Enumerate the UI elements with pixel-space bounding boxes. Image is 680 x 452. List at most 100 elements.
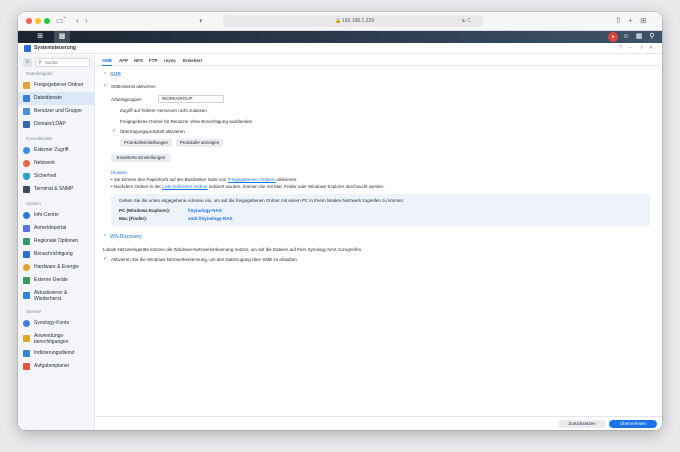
sidebar-item-external-access[interactable]: Externer Zugriff [18,144,94,157]
login-portal-icon [23,225,30,232]
file-services-icon [23,95,30,102]
section-connectivity: Konnektivität [26,136,52,141]
sidebar-item-login-portal[interactable]: Anmeldeportal [18,222,94,235]
log-settings-button[interactable]: Protokolleinstellungen [120,139,172,147]
pc-label: PC (Windows Explorer): [119,208,171,213]
sidebar-item-terminal-snmp[interactable]: Terminal & SNMP [18,183,94,196]
tab-ftp[interactable]: FTP [149,55,158,66]
shared-folders-link[interactable]: Freigegebenen Ordnern [228,177,276,182]
search-icon: ⚲ [38,60,42,66]
browser-toolbar: ▭ˇ ‹ › ◐ 🔒 192.168.1.229 ☯ C ⇧ + ⊞ [18,12,662,31]
smb-section-header[interactable]: SMB [110,72,121,78]
new-tab-icon[interactable]: + [628,15,633,27]
folder-icon [23,82,30,89]
section-file-sharing: Dateifreigabe [26,71,53,76]
help-icon[interactable]: ? [619,43,622,54]
control-panel-icon [24,45,31,52]
sidebar-item-network[interactable]: Netzwerk [18,157,94,170]
hint-line-2: • Nachdem Ordner in der Liste indizierte… [111,184,385,189]
sidebar-toggle-icon[interactable]: ▭ˇ [56,15,66,27]
sidebar-item-info-center[interactable]: Info-Center [18,209,94,222]
user-icon[interactable]: ☺ [621,32,631,42]
section-system: System [26,201,42,206]
users-icon [23,108,30,115]
access-info-box: Geben Sie die unten angegebene Adresse e… [111,194,650,226]
pc-path[interactable]: \\Synology-NAS [188,208,222,213]
hint-title: Hinweis: [111,170,129,175]
sidebar-search[interactable]: ⚲ [35,58,90,67]
transfer-log-checkbox[interactable]: ✓ [112,128,116,134]
sidebar-item-shared-folder[interactable]: Freigegebener Ordner [18,79,94,92]
sidebar-item-notification[interactable]: Benachrichtigung [18,248,94,261]
close-icon[interactable]: ✕ [649,43,653,54]
control-panel-taskbar-icon[interactable]: ▩ [54,31,70,43]
transfer-log-label: Übertragungsprotokoll aktivieren [120,129,185,134]
wsd-section-header[interactable]: WS-Discovery [110,234,142,240]
tab-advanced[interactable]: Erweitert [183,55,202,66]
tab-afp[interactable]: AFP [119,55,128,66]
zoom-window-button[interactable] [44,18,50,24]
app-title-bar: Systemsteuerung ? – ↗ ✕ [18,43,662,54]
address-bar[interactable]: 🔒 192.168.1.229 ☯ C [223,15,483,27]
widgets-icon[interactable]: ▦ [634,32,644,42]
sidebar-top: ⌂ ⚲ [18,55,94,69]
forward-icon[interactable]: › [85,15,88,27]
main-menu-icon[interactable]: ⊞ [32,31,48,43]
minimize-icon[interactable]: – [629,43,632,54]
sidebar-item-security[interactable]: Sicherheit [18,170,94,183]
hint-line-1: • Sie können den Papierkorb auf der Bear… [111,177,298,182]
workgroup-label: Arbeitsgruppen: [111,97,143,102]
translate-icon[interactable]: ☯ C [462,16,471,26]
back-icon[interactable]: ‹ [76,15,79,27]
show-logs-button[interactable]: Protokolle anzeigen [176,139,223,147]
sidebar-item-domain-ldap[interactable]: Domain/LDAP [18,118,94,131]
smb-enable-checkbox[interactable]: ✓ [103,83,107,89]
external-access-icon [23,147,30,154]
minimize-window-button[interactable] [35,18,41,24]
account-icon [23,320,30,327]
reset-button[interactable]: Zurücksetzen [558,420,606,428]
tab-smb[interactable]: SMB [102,55,112,66]
sidebar-item-file-services[interactable]: Dateidienste [18,92,94,105]
option-hide-shared-folders[interactable]: Freigegebene Ordner für Benutzer ohne Be… [120,119,252,124]
task-scheduler-icon [23,363,30,370]
sidebar-item-regional-options[interactable]: Regionale Optionen [18,235,94,248]
advanced-settings-button[interactable]: Erweiterte Einstellungen [111,154,171,162]
wsd-enable-checkbox[interactable]: ✓ [103,256,107,262]
apply-button[interactable]: Übernehmen [609,420,657,428]
mac-path[interactable]: smb://Synology-NAS [188,216,233,221]
close-window-button[interactable] [26,18,32,24]
mac-label: Mac (Finder): [119,216,148,221]
home-icon[interactable]: ⌂ [23,58,32,67]
network-icon [23,160,30,167]
tab-bar: SMB AFP NFS FTP rsync Erweitert [96,55,662,66]
wsd-collapse-icon[interactable]: ⌃ [103,234,107,240]
smb-collapse-icon[interactable]: ⌃ [103,72,107,78]
share-icon[interactable]: ⇧ [615,15,622,27]
sidebar-item-synology-account[interactable]: Synology-Konto [18,317,94,330]
wsd-enable-label: Aktivieren Sie die Windows-Netzwerkerken… [111,257,297,262]
sidebar-item-external-devices[interactable]: Externe Geräte [18,274,94,287]
option-previous-versions[interactable]: Zugriff auf frühere Versionen nicht zula… [120,108,207,113]
sidebar-item-hardware-power[interactable]: Hardware & Energie [18,261,94,274]
browser-window: ▭ˇ ‹ › ◐ 🔒 192.168.1.229 ☯ C ⇧ + ⊞ ⊞ ▩ ●… [18,12,662,430]
access-info-text: Geben Sie die unten angegebene Adresse e… [119,198,405,203]
update-icon [23,292,30,299]
privacy-shield-icon[interactable]: ◐ [199,15,204,27]
sidebar-item-update-restore[interactable]: Aktualisieren & Wiederherst. [18,287,94,304]
search-input[interactable] [45,59,87,66]
sidebar-item-app-privileges[interactable]: Anwendungs-berechtigungen [18,330,94,347]
maximize-icon[interactable]: ↗ [639,43,643,54]
sidebar-item-indexing-service[interactable]: Indizierungsdienst [18,347,94,360]
notification-icon[interactable]: ● [608,32,618,42]
tab-rsync[interactable]: rsync [164,55,176,66]
indexed-folders-link[interactable]: Liste indizierter Ordner [162,184,208,189]
tab-nfs[interactable]: NFS [134,55,143,66]
sidebar-item-task-scheduler[interactable]: Aufgabenplaner [18,360,94,373]
external-device-icon [23,277,30,284]
sidebar-item-user-group[interactable]: Benutzer und Gruppe [18,105,94,118]
workgroup-input[interactable]: WORKGROUP [158,95,224,103]
search-icon[interactable]: ⚲ [647,32,657,42]
tab-overview-icon[interactable]: ⊞ [640,15,647,27]
calendar-icon [23,238,30,245]
